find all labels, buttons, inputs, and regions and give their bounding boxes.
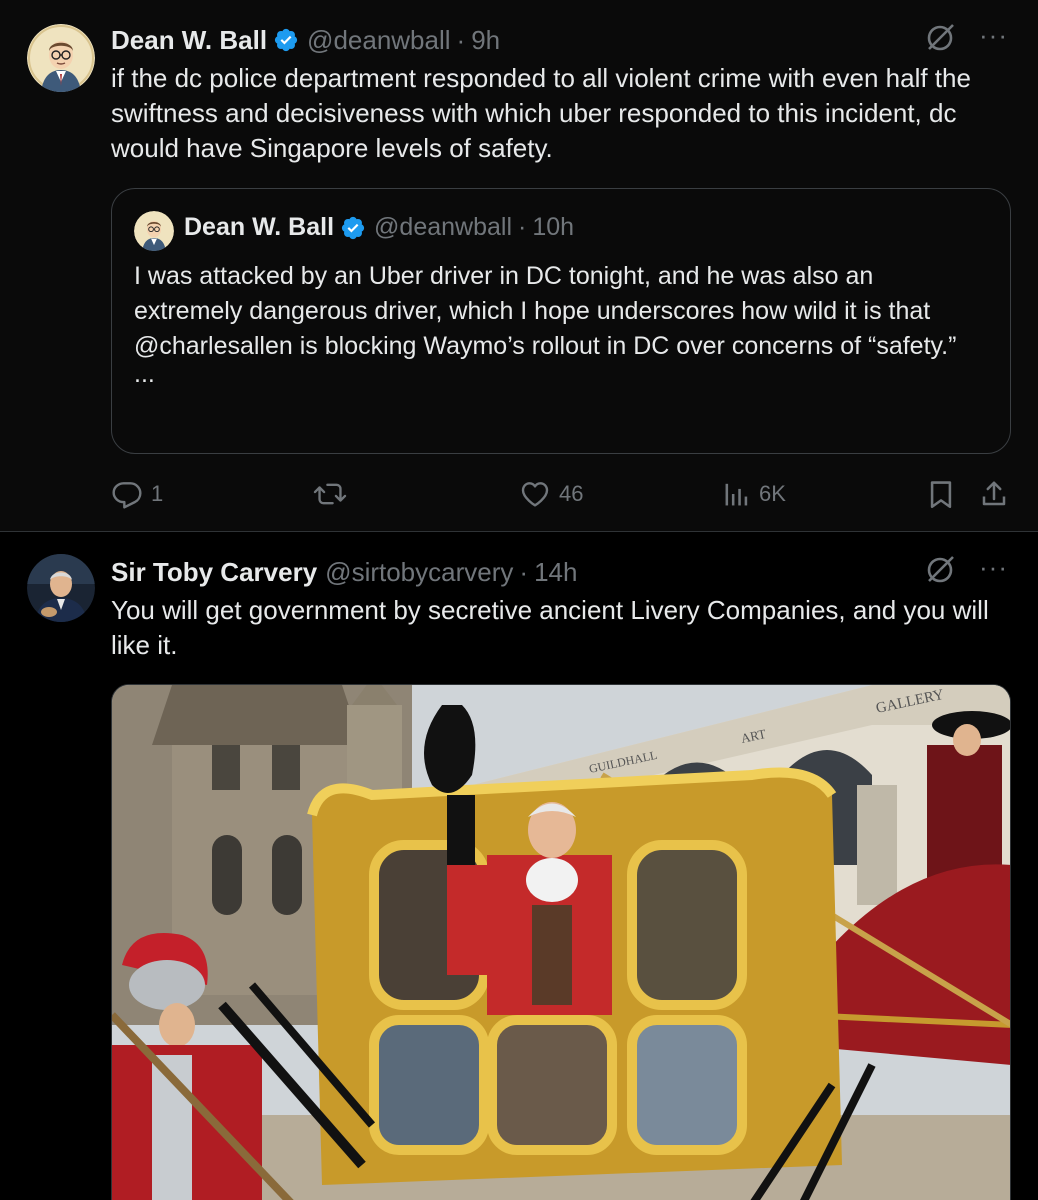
views-icon <box>723 478 751 510</box>
quote-header: Dean W. Ball @deanwball · 10h <box>184 213 574 242</box>
reply-count: 1 <box>151 481 164 506</box>
quote-author-name[interactable]: Dean W. Ball <box>184 213 334 242</box>
author-name[interactable]: Sir Toby Carvery <box>111 557 317 588</box>
tweet-header: Sir Toby Carvery @sirtobycarvery · 14h ·… <box>111 554 1008 590</box>
separator-dot: · <box>519 556 529 587</box>
reply-icon <box>111 478 143 510</box>
quote-tweet[interactable]: Dean W. Ball @deanwball · 10h I was atta… <box>111 188 1011 454</box>
separator-dot: · <box>518 213 527 241</box>
grok-icon[interactable] <box>925 553 957 592</box>
like-icon <box>519 478 551 510</box>
verified-badge-icon <box>340 215 366 241</box>
author-name[interactable]: Dean W. Ball <box>111 25 267 56</box>
separator-dot: · <box>456 24 466 55</box>
repost-icon <box>313 478 347 510</box>
quote-avatar[interactable] <box>134 211 174 251</box>
quote-text: I was attacked by an Uber driver in DC t… <box>134 259 988 388</box>
like-button[interactable]: 46 <box>519 472 583 516</box>
verified-badge-icon <box>273 27 299 53</box>
timestamp[interactable]: 9h <box>471 25 500 56</box>
lord-mayor-coach-photo: GALLERY ART GUILDHALL <box>112 685 1010 1200</box>
bookmark-icon <box>927 478 955 510</box>
avatar[interactable] <box>27 554 95 622</box>
tweet-text: You will get government by secretive anc… <box>111 595 989 660</box>
quote-body: I was attacked by an Uber driver in DC t… <box>134 262 957 360</box>
tweet[interactable]: Dean W. Ball @deanwball · 9h ··· if the … <box>0 0 1038 532</box>
share-icon <box>979 478 1009 510</box>
timestamp[interactable]: 14h <box>534 557 577 588</box>
more-icon[interactable]: ··· <box>979 22 1008 48</box>
tweet-text: if the dc police department responded to… <box>111 63 971 163</box>
author-handle[interactable]: @sirtobycarvery <box>325 557 513 588</box>
quote-ellipsis: ... <box>134 360 155 388</box>
quote-author-handle[interactable]: @deanwball <box>374 213 512 242</box>
tweet-image[interactable]: GALLERY ART GUILDHALL <box>111 684 1011 1200</box>
like-count: 46 <box>559 481 584 506</box>
avatar[interactable] <box>27 24 95 92</box>
more-icon[interactable]: ··· <box>979 554 1008 580</box>
tweet-header: Dean W. Ball @deanwball · 9h ··· <box>111 22 1008 58</box>
share-button[interactable] <box>979 472 1009 516</box>
grok-icon[interactable] <box>925 21 957 60</box>
tweet[interactable]: Sir Toby Carvery @sirtobycarvery · 14h ·… <box>0 533 1038 1200</box>
repost-button[interactable] <box>313 472 347 516</box>
author-handle[interactable]: @deanwball <box>307 25 450 56</box>
tweet-actions: 1 46 6K <box>111 472 1011 516</box>
views-button[interactable]: 6K <box>723 472 786 516</box>
reply-button[interactable]: 1 <box>111 472 163 516</box>
bookmark-button[interactable] <box>927 472 955 516</box>
view-count: 6K <box>759 481 786 506</box>
quote-timestamp[interactable]: 10h <box>532 213 574 242</box>
